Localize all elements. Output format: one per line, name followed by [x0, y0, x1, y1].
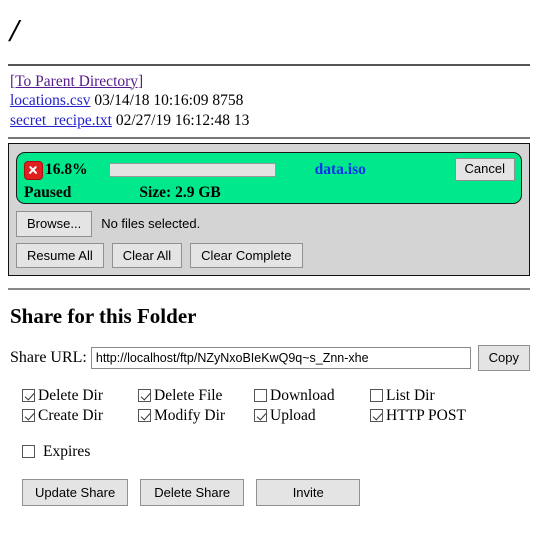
invite-button[interactable]: Invite	[256, 478, 361, 507]
page-title: /	[10, 12, 19, 48]
upload-size-text: Size: 2.9 GB	[139, 184, 221, 202]
file-input-row: Browse... No files selected.	[16, 211, 522, 237]
permission-label: Download	[270, 386, 335, 404]
clear-all-button[interactable]: Clear All	[111, 242, 183, 269]
checkbox-upload[interactable]	[254, 409, 267, 423]
permission-create-dir[interactable]: Create Dir	[22, 407, 138, 425]
upload-status-text: Paused	[24, 184, 72, 202]
permission-label: HTTP POST	[386, 406, 466, 424]
parent-directory-row: [To Parent Directory]	[10, 72, 530, 92]
checkbox-list-dir[interactable]	[370, 389, 383, 403]
permission-label: Modify Dir	[154, 406, 226, 424]
permission-upload[interactable]: Upload	[254, 407, 370, 425]
file-link[interactable]: secret_recipe.txt	[10, 112, 112, 129]
cancel-upload-button[interactable]: Cancel	[454, 158, 515, 181]
file-time: 16:12:48	[174, 112, 230, 130]
file-date: 02/27/19	[115, 112, 171, 130]
progress-bar	[108, 163, 276, 178]
checkbox-expires[interactable]	[22, 445, 35, 459]
expires-label: Expires	[43, 442, 91, 460]
upload-progress-item: 16.8% data.iso Cancel Paused Size: 2.9 G…	[16, 152, 522, 205]
file-size: 8758	[212, 92, 244, 110]
file-link[interactable]: locations.csv	[10, 92, 91, 109]
progress-top-row: 16.8% data.iso Cancel	[24, 158, 515, 182]
checkbox-delete-dir[interactable]	[22, 389, 35, 403]
copy-url-button[interactable]: Copy	[477, 345, 530, 371]
permission-label: List Dir	[386, 386, 435, 404]
permission-modify-dir[interactable]: Modify Dir	[138, 407, 254, 425]
divider-share	[8, 288, 530, 291]
close-x-icon[interactable]	[24, 160, 43, 180]
share-url-input[interactable]	[90, 346, 471, 369]
upload-panel: 16.8% data.iso Cancel Paused Size: 2.9 G…	[8, 143, 530, 277]
progress-bottom-row: Paused Size: 2.9 GB	[24, 183, 514, 203]
share-url-label: Share URL:	[10, 348, 87, 366]
permission-label: Upload	[270, 406, 316, 424]
file-meta: 03/14/18 10:16:09 8758	[91, 92, 244, 110]
checkbox-modify-dir[interactable]	[138, 409, 151, 423]
upload-actions-row: Resume All Clear All Clear Complete	[16, 242, 522, 269]
browse-button[interactable]: Browse...	[16, 211, 93, 237]
file-date: 03/14/18	[94, 92, 150, 110]
share-heading: Share for this Folder	[10, 304, 197, 329]
checkbox-http-post[interactable]	[370, 409, 383, 423]
divider-top	[8, 63, 530, 66]
divider-listing-bottom	[8, 137, 530, 140]
permission-list-dir[interactable]: List Dir	[370, 387, 510, 405]
permission-label: Delete File	[154, 386, 223, 404]
permission-download[interactable]: Download	[254, 387, 370, 405]
permission-http-post[interactable]: HTTP POST	[370, 407, 510, 425]
permission-label: Delete Dir	[38, 386, 103, 404]
file-time: 10:16:09	[153, 92, 209, 110]
upload-filename: data.iso	[314, 161, 366, 179]
file-meta: 02/27/19 16:12:48 13	[112, 112, 250, 130]
update-share-button[interactable]: Update Share	[22, 478, 129, 507]
share-actions-row: Update Share Delete Share Invite	[22, 478, 530, 507]
checkbox-delete-file[interactable]	[138, 389, 151, 403]
delete-share-button[interactable]: Delete Share	[140, 478, 245, 507]
share-url-row: Share URL: Copy	[10, 345, 530, 371]
parent-directory-link[interactable]: [To Parent Directory]	[10, 73, 143, 90]
permission-delete-dir[interactable]: Delete Dir	[22, 387, 138, 405]
resume-all-button[interactable]: Resume All	[16, 242, 104, 269]
file-listing: [To Parent Directory] locations.csv 03/1…	[10, 72, 530, 131]
no-files-selected-label: No files selected.	[101, 216, 201, 232]
expires-row[interactable]: Expires	[22, 443, 530, 461]
checkbox-create-dir[interactable]	[22, 409, 35, 423]
permission-label: Create Dir	[38, 406, 103, 424]
permission-delete-file[interactable]: Delete File	[138, 387, 254, 405]
file-size: 13	[233, 112, 250, 130]
list-item: secret_recipe.txt 02/27/19 16:12:48 13	[10, 111, 530, 131]
page-root: / [To Parent Directory] locations.csv 03…	[0, 12, 538, 507]
permissions-grid: Delete Dir Delete File Download List Dir…	[22, 387, 530, 425]
checkbox-download[interactable]	[254, 389, 267, 403]
clear-complete-button[interactable]: Clear Complete	[190, 242, 303, 269]
progress-percent-label: 16.8%	[45, 161, 88, 179]
list-item: locations.csv 03/14/18 10:16:09 8758	[10, 91, 530, 111]
